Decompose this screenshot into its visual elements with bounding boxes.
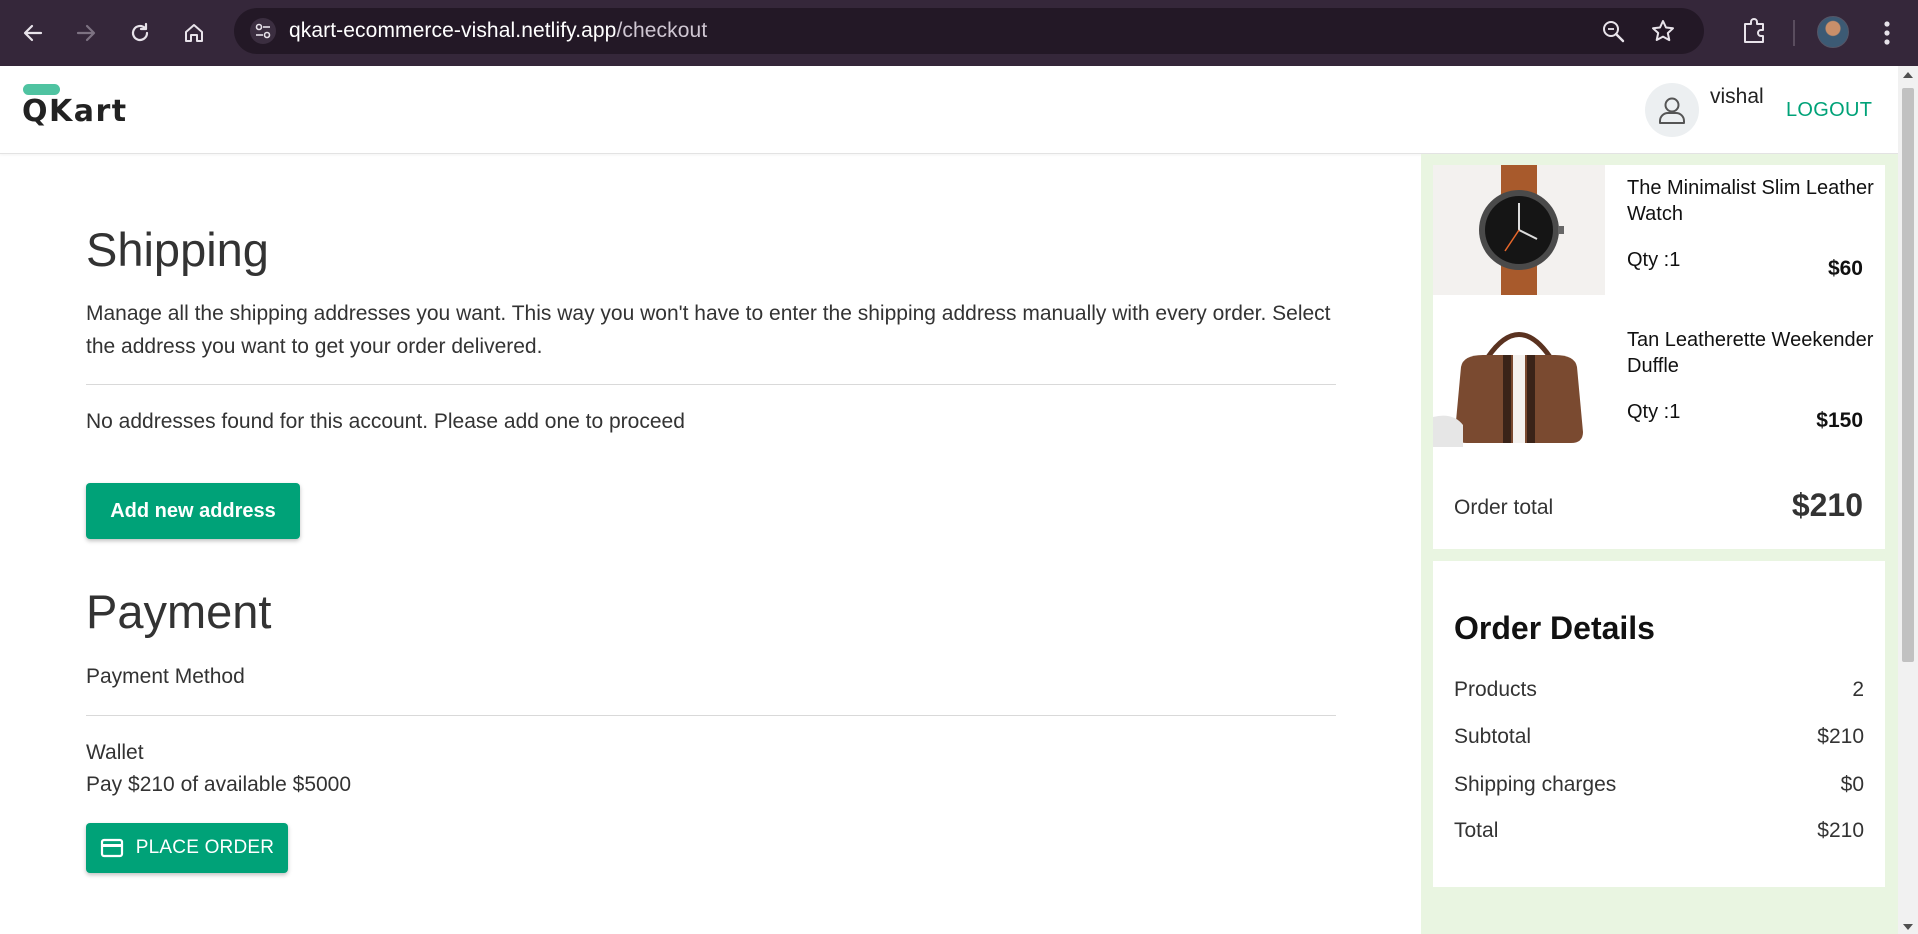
order-details-row: Subtotal $210 bbox=[1454, 725, 1864, 749]
shipping-title: Shipping bbox=[86, 223, 269, 276]
row-label: Total bbox=[1454, 819, 1499, 842]
credit-card-icon bbox=[100, 838, 123, 858]
browser-toolbar: qkart-ecommerce-vishal.netlify.app/check… bbox=[0, 0, 1918, 66]
divider bbox=[86, 384, 1336, 385]
profile-avatar[interactable] bbox=[1817, 16, 1849, 48]
order-total-label: Order total bbox=[1454, 496, 1554, 519]
cart-item-name: The Minimalist Slim Leather Watch bbox=[1627, 177, 1874, 225]
row-value: $210 bbox=[1817, 819, 1864, 842]
row-value: $210 bbox=[1817, 725, 1864, 748]
payment-method-label: Payment Method bbox=[86, 665, 245, 688]
wallet-payment-text: Pay $210 of available $5000 bbox=[86, 773, 352, 796]
order-details-row: Total $210 bbox=[1454, 819, 1864, 843]
page-scrollbar[interactable] bbox=[1898, 66, 1918, 934]
toolbar-divider bbox=[1793, 20, 1795, 46]
row-label: Subtotal bbox=[1454, 725, 1532, 748]
url-text: qkart-ecommerce-vishal.netlify.app/check… bbox=[289, 19, 707, 43]
order-side-panel: The Minimalist Slim Leather Watch Qty :1… bbox=[1421, 154, 1898, 934]
order-details-row: Products 2 bbox=[1454, 678, 1864, 702]
place-order-label: PLACE ORDER bbox=[135, 837, 275, 858]
bookmark-star-icon[interactable] bbox=[1650, 18, 1676, 49]
cart-item: Tan Leatherette Weekender Duffle Qty :1 … bbox=[1433, 317, 1885, 447]
user-icon bbox=[1659, 97, 1685, 124]
row-value: $0 bbox=[1840, 773, 1864, 796]
no-address-message: No addresses found for this account. Ple… bbox=[86, 410, 685, 433]
username: vishal bbox=[1710, 85, 1764, 108]
row-label: Shipping charges bbox=[1454, 773, 1617, 796]
cart-item-qty: Qty :1 bbox=[1627, 401, 1681, 423]
reload-icon[interactable] bbox=[121, 14, 159, 52]
divider bbox=[86, 715, 1336, 716]
duffle-bag-product-image bbox=[1433, 317, 1605, 447]
row-label: Products bbox=[1454, 678, 1537, 701]
order-details-card: Order Details Products 2 Subtotal $210 S… bbox=[1433, 561, 1885, 887]
url-host: qkart-ecommerce-vishal.netlify.app bbox=[289, 19, 617, 42]
site-info-icon[interactable] bbox=[250, 18, 276, 44]
logo-text: QKart bbox=[22, 94, 128, 129]
menu-icon[interactable] bbox=[1872, 14, 1902, 52]
payment-title: Payment bbox=[86, 585, 272, 638]
order-total-value: $210 bbox=[1791, 487, 1863, 523]
forward-arrow-icon[interactable] bbox=[67, 14, 105, 52]
cart-item: The Minimalist Slim Leather Watch Qty :1… bbox=[1433, 165, 1885, 295]
back-arrow-icon[interactable] bbox=[14, 14, 52, 52]
url-path: /checkout bbox=[616, 19, 708, 42]
logout-button[interactable]: LOGOUT bbox=[1786, 99, 1872, 122]
cart-card: The Minimalist Slim Leather Watch Qty :1… bbox=[1433, 165, 1885, 549]
cart-item-price: $60 bbox=[1827, 257, 1863, 280]
scroll-up-arrow-icon[interactable] bbox=[1903, 72, 1913, 78]
user-avatar bbox=[1645, 83, 1699, 137]
watch-product-image bbox=[1433, 165, 1605, 295]
row-value: 2 bbox=[1852, 678, 1864, 701]
cart-item-qty: Qty :1 bbox=[1627, 249, 1681, 271]
home-icon[interactable] bbox=[175, 14, 213, 52]
wallet-label: Wallet bbox=[86, 741, 144, 764]
order-details-row: Shipping charges $0 bbox=[1454, 773, 1864, 797]
zoom-icon[interactable] bbox=[1600, 18, 1626, 49]
place-order-button[interactable]: PLACE ORDER bbox=[86, 823, 288, 873]
shipping-description: Manage all the shipping addresses you wa… bbox=[86, 302, 1331, 358]
address-bar[interactable]: qkart-ecommerce-vishal.netlify.app/check… bbox=[234, 8, 1704, 54]
add-new-address-button[interactable]: Add new address bbox=[86, 483, 300, 539]
cart-item-price: $150 bbox=[1816, 409, 1863, 432]
scrollbar-thumb[interactable] bbox=[1902, 88, 1914, 662]
scroll-down-arrow-icon[interactable] bbox=[1903, 924, 1913, 930]
cart-item-name: Tan Leatherette Weekender Duffle bbox=[1627, 329, 1874, 377]
order-details-title: Order Details bbox=[1454, 610, 1655, 646]
extensions-icon[interactable] bbox=[1737, 14, 1771, 53]
app-header: QKart vishal LOGOUT bbox=[0, 66, 1898, 154]
